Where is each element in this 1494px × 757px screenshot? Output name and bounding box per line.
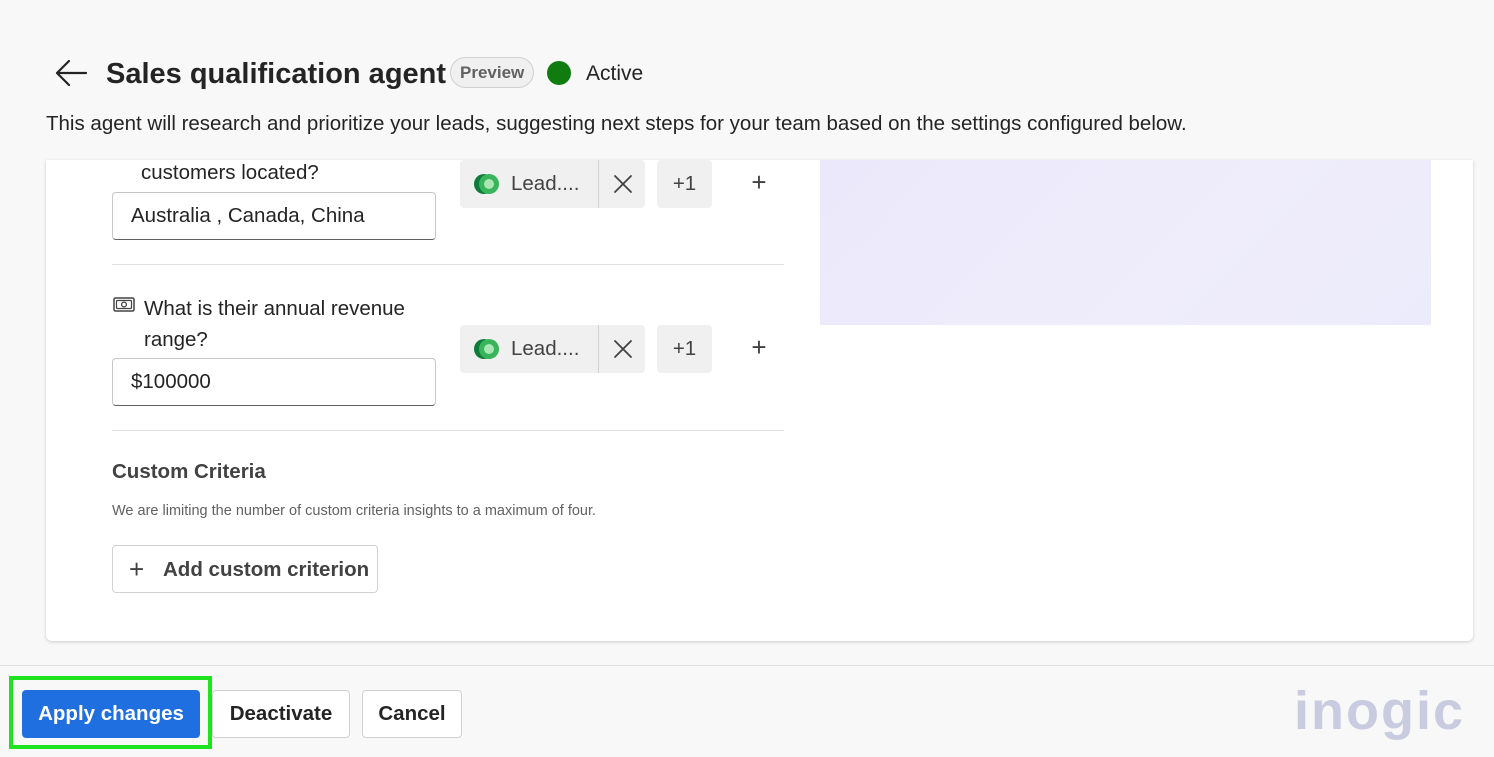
add-source-button[interactable]: + [744, 168, 774, 198]
more-sources-chip[interactable]: +1 [657, 325, 712, 373]
plus-icon: + [751, 167, 767, 197]
custom-criteria-title: Custom Criteria [112, 460, 266, 483]
chip-label: Lead.... [511, 337, 580, 360]
deactivate-button[interactable]: Deactivate [212, 690, 350, 738]
plus-icon: + [751, 332, 767, 362]
more-sources-chip[interactable]: +1 [657, 160, 712, 208]
page-title: Sales qualification agent [106, 58, 447, 90]
preview-panel [820, 160, 1431, 325]
page-header: Sales qualification agent Preview Active… [0, 0, 1494, 160]
add-custom-criterion-label: Add custom criterion [163, 558, 370, 581]
remove-chip-button[interactable] [600, 325, 645, 373]
location-input[interactable]: Australia , Canada, China [112, 192, 436, 240]
arrow-left-icon [55, 59, 88, 87]
chip-label: Lead.... [511, 172, 580, 195]
close-icon [613, 340, 632, 358]
source-chip-2[interactable]: Lead.... [460, 325, 645, 373]
dynamics-logo-icon [474, 174, 499, 194]
source-chip-1[interactable]: Lead.... [460, 160, 645, 208]
question-1-text: customers located? [141, 161, 319, 184]
chip-divider [598, 325, 599, 373]
page-description: This agent will research and prioritize … [46, 112, 1187, 135]
question-2-line-1: What is their annual revenue [144, 297, 405, 320]
footer-divider [0, 665, 1494, 666]
divider [112, 264, 784, 265]
question-2-line-2: range? [144, 328, 208, 351]
status-text: Active [586, 62, 644, 85]
status-dot-icon [547, 61, 571, 85]
back-button[interactable] [52, 54, 90, 92]
chip-divider [598, 160, 599, 208]
revenue-input[interactable]: $100000 [112, 358, 436, 406]
cancel-button[interactable]: Cancel [362, 690, 462, 738]
add-custom-criterion-button[interactable]: + Add custom criterion [112, 545, 378, 593]
apply-changes-button[interactable]: Apply changes [22, 690, 200, 738]
plus-icon: + [129, 554, 145, 584]
svg-text:inogic: inogic [1294, 681, 1465, 741]
add-source-button[interactable]: + [744, 333, 774, 363]
settings-card: customers located? Australia , Canada, C… [46, 160, 1473, 641]
dynamics-logo-icon [474, 339, 499, 359]
divider [112, 430, 784, 431]
preview-badge: Preview [450, 57, 535, 88]
remove-chip-button[interactable] [600, 160, 645, 208]
close-icon [613, 175, 632, 193]
inogic-logo: inogic [1294, 681, 1465, 741]
money-icon [113, 296, 135, 319]
custom-criteria-note: We are limiting the number of custom cri… [112, 503, 597, 519]
